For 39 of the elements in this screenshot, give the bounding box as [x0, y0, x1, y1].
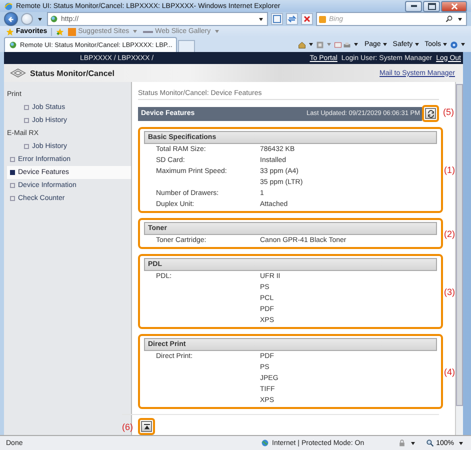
back-button[interactable] [4, 12, 18, 26]
search-icon[interactable] [445, 15, 453, 24]
new-tab-button[interactable] [178, 40, 196, 52]
refresh-icon [426, 110, 434, 118]
callout-number: (5) [443, 107, 454, 118]
close-icon [450, 2, 458, 10]
globe-icon [4, 2, 13, 11]
scrollbar[interactable] [455, 82, 463, 436]
home-icon[interactable] [298, 40, 306, 49]
mail-icon[interactable] [334, 40, 342, 49]
star-icon [6, 28, 14, 36]
minimize-button[interactable] [405, 0, 422, 12]
arrow-left-icon [6, 14, 16, 24]
globe-icon [261, 439, 269, 448]
back-to-top-button[interactable] [141, 421, 152, 432]
arrow-up-icon [144, 424, 150, 430]
diamond-icon [10, 68, 26, 78]
caret-icon[interactable] [458, 18, 462, 21]
page-heading: Status Monitor/Cancel [30, 68, 116, 78]
refresh-button[interactable] [425, 108, 436, 120]
caret-icon[interactable] [38, 18, 42, 21]
globe-icon [9, 41, 17, 50]
callout-number: (2) [444, 228, 455, 239]
close-button[interactable] [441, 0, 467, 12]
refresh-icon[interactable] [286, 13, 298, 26]
magnifier-icon [426, 439, 434, 448]
maximize-button[interactable] [423, 0, 440, 12]
help-icon[interactable] [450, 40, 458, 49]
add-favorite-icon[interactable] [56, 28, 64, 36]
search-engine-icon [319, 16, 326, 23]
lock-icon[interactable] [398, 439, 406, 448]
globe-icon [50, 15, 58, 24]
callout-number: (4) [444, 366, 455, 377]
printer-icon[interactable] [343, 40, 352, 49]
caret-icon[interactable] [259, 18, 263, 21]
callout-number: (6) [122, 422, 134, 432]
stop-icon[interactable] [301, 13, 313, 26]
callout-number: (3) [444, 286, 455, 297]
callout-number: (1) [444, 165, 455, 176]
